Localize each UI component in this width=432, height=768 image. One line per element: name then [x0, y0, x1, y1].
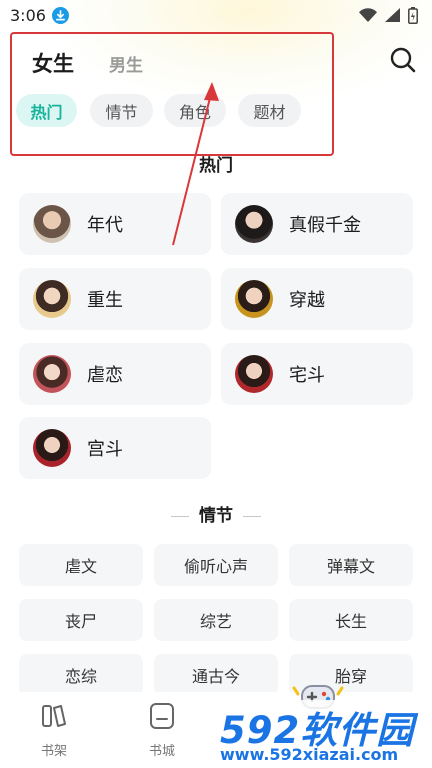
chip-plot[interactable]: 情节	[90, 94, 153, 127]
plot-tag[interactable]: 长生	[289, 599, 413, 641]
divider	[243, 515, 261, 517]
category-avatar	[235, 280, 273, 318]
tab-female[interactable]: 女生	[32, 48, 74, 78]
section-title-plot-text: 情节	[199, 506, 233, 526]
nav-label: 书城	[148, 744, 175, 759]
plot-tag[interactable]: 偷听心声	[154, 544, 278, 586]
category-header: 女生 男生 热门 情节 角色 题材	[10, 32, 334, 156]
search-icon	[390, 47, 416, 73]
category-avatar	[33, 280, 71, 318]
watermark-url: www.592xiazai.com	[220, 745, 399, 764]
category-card-chuanyue[interactable]: 穿越	[221, 268, 413, 330]
tab-male[interactable]: 男生	[109, 51, 143, 76]
status-bar: 3:06	[0, 0, 432, 30]
category-card-niandai[interactable]: 年代	[19, 193, 211, 255]
category-avatar	[235, 355, 273, 393]
nav-label: 书架	[40, 744, 67, 759]
category-card-label: 穿越	[289, 290, 325, 311]
category-card-label: 宅斗	[289, 365, 325, 386]
nav-bookshelf[interactable]: 书架	[24, 702, 84, 759]
bookshelf-icon	[42, 705, 66, 727]
plot-tag[interactable]: 综艺	[154, 599, 278, 641]
category-avatar	[33, 205, 71, 243]
category-card-label: 真假千金	[289, 215, 361, 236]
bookstore-icon	[150, 703, 174, 729]
plot-tag[interactable]: 虐文	[19, 544, 143, 586]
search-button[interactable]	[388, 45, 418, 75]
download-icon	[51, 6, 69, 24]
watermark-logo: 592软件园 www.592xiazai.com	[216, 700, 432, 768]
nav-bookstore[interactable]: 书城	[132, 702, 192, 759]
section-title-hot: 热门	[0, 151, 432, 176]
category-avatar	[235, 205, 273, 243]
plot-tag[interactable]: 恋综	[19, 654, 143, 696]
plot-tag[interactable]: 丧尸	[19, 599, 143, 641]
chip-hot[interactable]: 热门	[16, 94, 77, 127]
chip-role[interactable]: 角色	[164, 94, 226, 127]
signal-icon	[385, 8, 400, 22]
category-card-chongsheng[interactable]: 重生	[19, 268, 211, 330]
category-card-zhenjia[interactable]: 真假千金	[221, 193, 413, 255]
category-card-label: 宫斗	[87, 439, 123, 460]
divider	[171, 515, 189, 517]
category-avatar	[33, 355, 71, 393]
chip-theme[interactable]: 题材	[238, 94, 301, 127]
wifi-icon	[359, 8, 377, 22]
status-time: 3:06	[10, 5, 46, 25]
plot-tag[interactable]: 通古今	[154, 654, 278, 696]
category-avatar	[33, 429, 71, 467]
plot-tag[interactable]: 弹幕文	[289, 544, 413, 586]
category-card-label: 重生	[87, 290, 123, 311]
category-card-label: 年代	[87, 215, 123, 236]
category-card-zhaidou[interactable]: 宅斗	[221, 343, 413, 405]
category-card-nuelian[interactable]: 虐恋	[19, 343, 211, 405]
section-title-plot: 情节	[0, 501, 432, 526]
section-title-hot-text: 热门	[199, 156, 233, 176]
category-card-label: 虐恋	[87, 365, 123, 386]
battery-icon	[408, 6, 418, 24]
category-card-gongdou[interactable]: 宫斗	[19, 417, 211, 479]
